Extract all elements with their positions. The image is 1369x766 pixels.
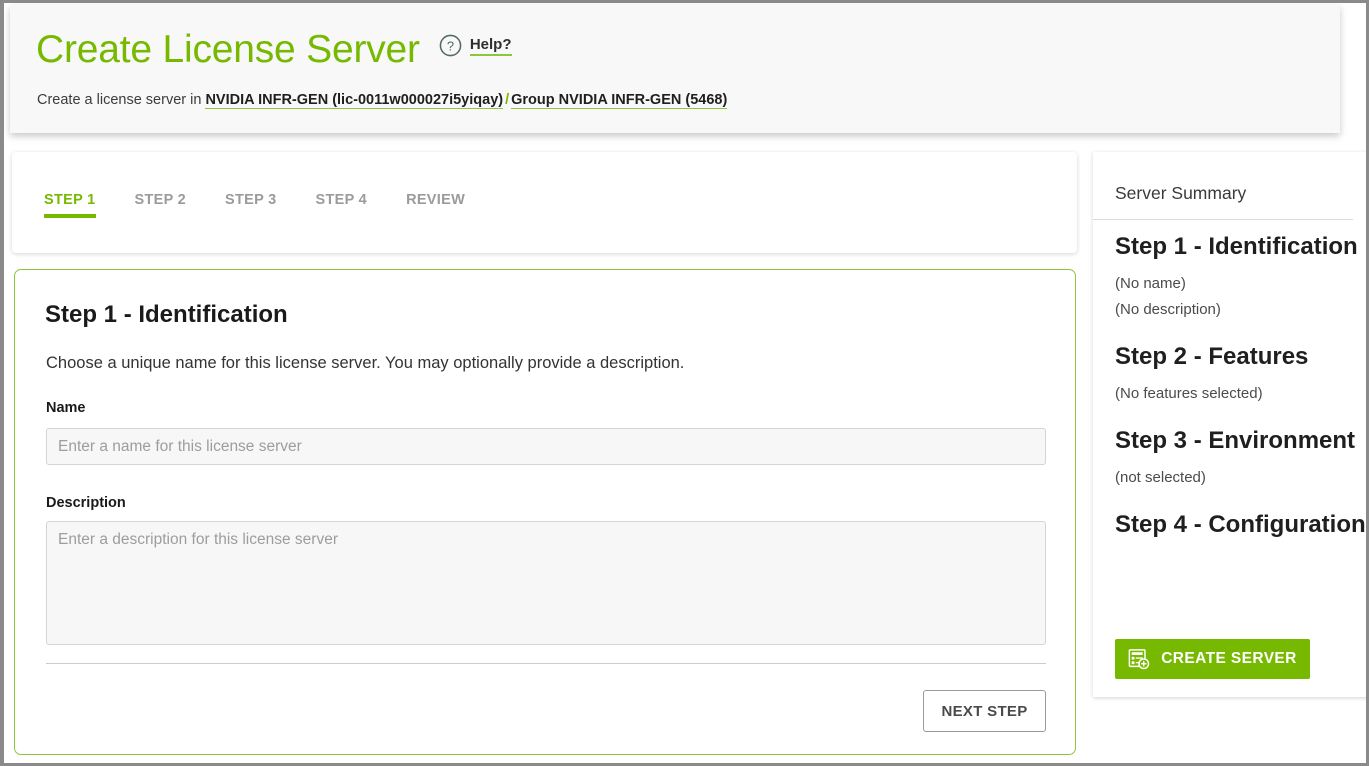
summary-step-1-description: (No description) <box>1115 299 1369 320</box>
create-server-button[interactable]: CREATE SERVER <box>1115 639 1310 679</box>
help-link[interactable]: Help? <box>470 36 512 56</box>
help-group[interactable]: ? Help? <box>439 34 512 57</box>
name-input[interactable] <box>46 428 1046 465</box>
tab-step-3[interactable]: STEP 3 <box>225 192 277 218</box>
summary-step-3-heading: Step 3 - Environment <box>1115 426 1369 455</box>
create-server-label: CREATE SERVER <box>1161 650 1297 668</box>
tab-step-1[interactable]: STEP 1 <box>44 192 96 218</box>
server-summary-panel: Server Summary Step 1 - Identification (… <box>1093 152 1369 697</box>
name-field-label: Name <box>46 400 86 416</box>
summary-title: Server Summary <box>1115 182 1246 204</box>
summary-body: Step 1 - Identification (No name) (No de… <box>1115 232 1369 539</box>
page-title-row: Create License Server ? Help? <box>36 27 512 73</box>
wizard-tabs: STEP 1 STEP 2 STEP 3 STEP 4 REVIEW <box>44 192 504 218</box>
svg-text:?: ? <box>447 38 454 53</box>
identification-form-card: Step 1 - Identification Choose a unique … <box>14 269 1076 755</box>
tab-step-4[interactable]: STEP 4 <box>316 192 368 218</box>
summary-divider <box>1093 219 1353 220</box>
tab-step-2[interactable]: STEP 2 <box>135 192 187 218</box>
breadcrumb-group-link[interactable]: Group NVIDIA INFR-GEN (5468) <box>511 92 727 109</box>
page-title: Create License Server <box>36 27 420 73</box>
summary-step-1-name: (No name) <box>1115 273 1369 294</box>
form-heading: Step 1 - Identification <box>45 301 288 329</box>
question-circle-icon[interactable]: ? <box>439 34 462 57</box>
breadcrumb-prefix: Create a license server in <box>37 92 201 108</box>
page-header: Create License Server ? Help? Create a l… <box>10 5 1340 133</box>
description-input[interactable] <box>46 521 1046 645</box>
summary-step-2-note: (No features selected) <box>1115 383 1369 404</box>
summary-step-3-note: (not selected) <box>1115 467 1369 488</box>
summary-step-4-heading: Step 4 - Configuration <box>1115 510 1369 539</box>
create-server-icon <box>1128 648 1150 670</box>
description-field-label: Description <box>46 495 126 511</box>
summary-step-1-heading: Step 1 - Identification <box>1115 232 1369 261</box>
wizard-steps-card: STEP 1 STEP 2 STEP 3 STEP 4 REVIEW <box>12 152 1077 253</box>
breadcrumb-org-link[interactable]: NVIDIA INFR-GEN (lic-0011w000027i5yiqay) <box>205 92 503 109</box>
form-divider <box>46 663 1046 664</box>
tab-review[interactable]: REVIEW <box>406 192 465 218</box>
next-step-button[interactable]: NEXT STEP <box>923 690 1046 732</box>
breadcrumb-separator: / <box>503 92 511 108</box>
breadcrumb: Create a license server in NVIDIA INFR-G… <box>37 90 727 110</box>
summary-step-2-heading: Step 2 - Features <box>1115 342 1369 371</box>
form-description: Choose a unique name for this license se… <box>46 352 684 374</box>
app-window: Create License Server ? Help? Create a l… <box>0 0 1369 766</box>
